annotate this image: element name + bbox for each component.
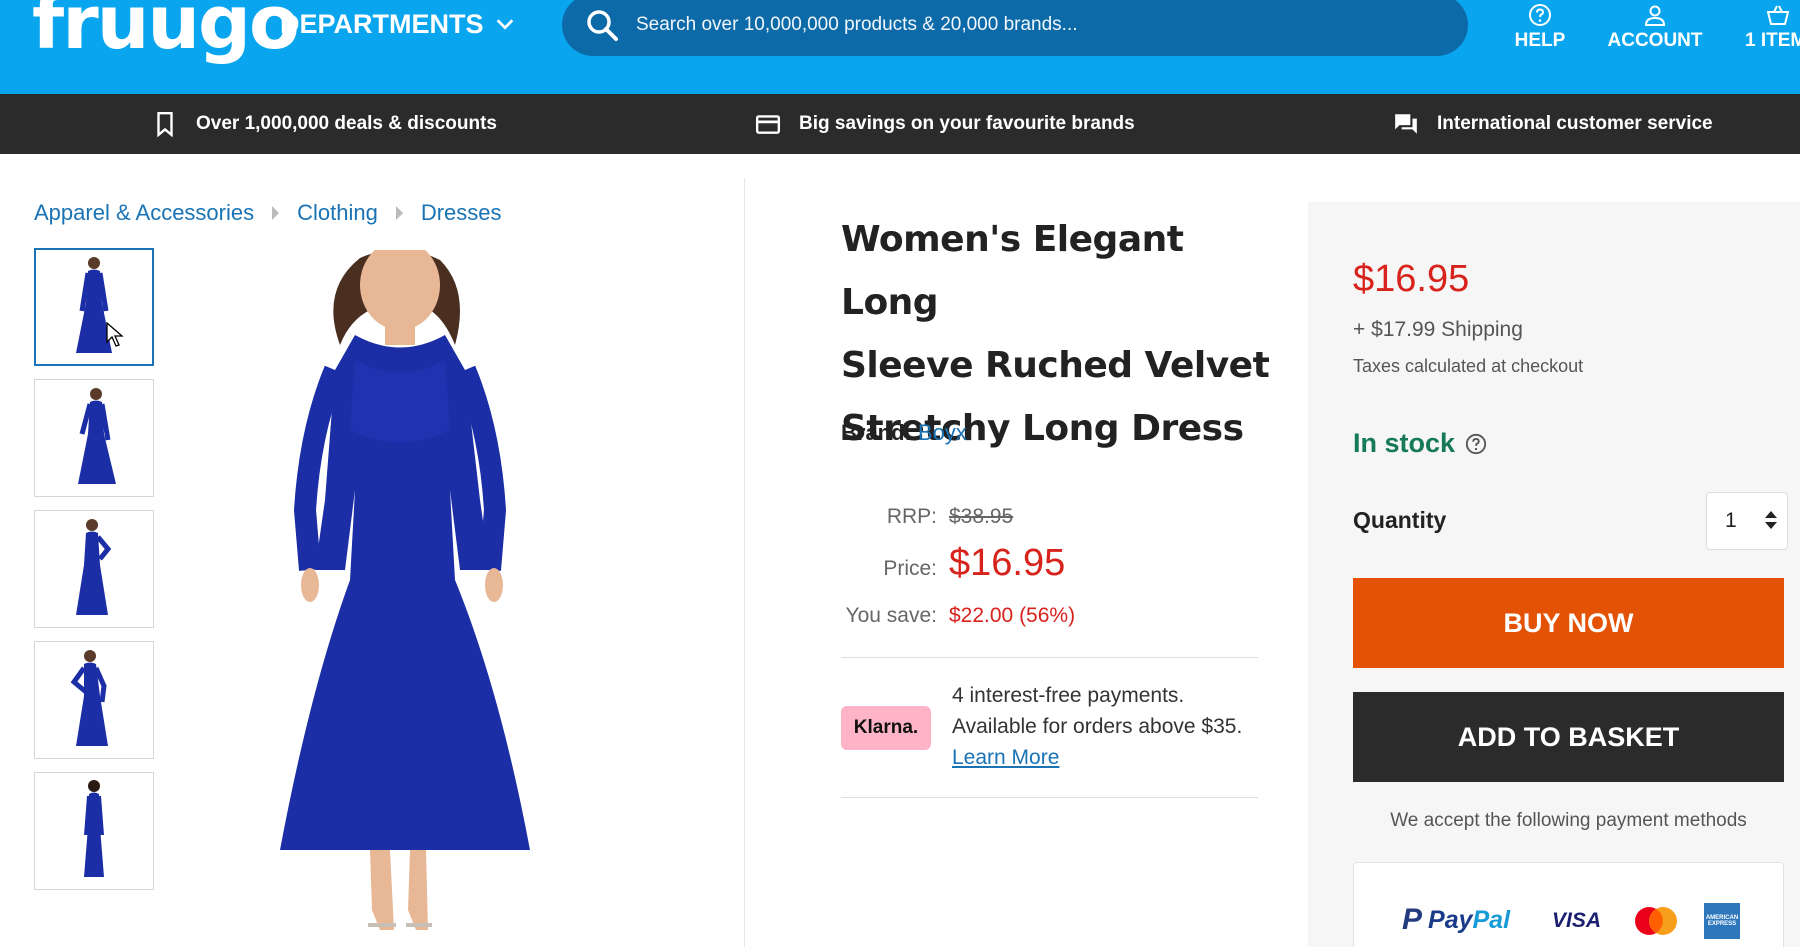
help-link[interactable]: HELP xyxy=(1510,0,1570,52)
price-row: Price: $16.95 xyxy=(841,542,1065,585)
departments-label: DEPARTMENTS xyxy=(280,8,484,39)
product-title-line-2: Sleeve Ruched Velvet xyxy=(841,345,1270,386)
visa-logo: VISA xyxy=(1552,909,1602,932)
basket-icon xyxy=(1766,5,1790,25)
brand-label: Brand: xyxy=(841,420,912,445)
chevron-down-icon xyxy=(496,19,513,30)
quantity-stepper[interactable]: 1 xyxy=(1706,492,1788,550)
breadcrumb-separator-icon xyxy=(395,206,403,220)
stock-status: In stock xyxy=(1353,428,1487,459)
search-bar[interactable] xyxy=(562,0,1468,56)
save-value: $22.00 (56%) xyxy=(949,604,1076,627)
search-input[interactable] xyxy=(636,14,1396,36)
search-icon[interactable] xyxy=(584,7,620,43)
basket-link[interactable]: 1 ITEM xyxy=(1745,0,1800,52)
paypal-mark-icon: P xyxy=(1402,903,1423,936)
breadcrumb-apparel[interactable]: Apparel & Accessories xyxy=(34,200,254,226)
rrp-value: $38.95 xyxy=(949,505,1014,528)
user-icon xyxy=(1644,5,1666,26)
price-label: Price: xyxy=(883,557,937,580)
klarna-line-2: Available for orders above $35. xyxy=(952,715,1243,738)
divider-line xyxy=(841,657,1258,658)
dress-thumbnail-image xyxy=(84,780,104,877)
promo-service: International customer service xyxy=(1393,94,1713,154)
save-label: You save: xyxy=(845,604,937,627)
product-title-line-1: Women's Elegant Long xyxy=(841,219,1184,323)
help-icon xyxy=(1529,4,1551,26)
buy-now-button[interactable]: BUY NOW xyxy=(1353,578,1784,668)
breadcrumb-dresses[interactable]: Dresses xyxy=(421,200,502,226)
promo-savings: Big savings on your favourite brands xyxy=(755,94,1135,154)
save-row: You save: $22.00 (56%) xyxy=(841,604,1076,628)
column-divider xyxy=(744,178,745,947)
promo-savings-label: Big savings on your favourite brands xyxy=(799,113,1135,134)
thumbnail-4[interactable] xyxy=(34,641,154,759)
help-icon[interactable] xyxy=(1465,433,1487,455)
klarna-line-1: 4 interest-free payments. xyxy=(952,684,1185,707)
breadcrumb: Apparel & Accessories Clothing Dresses xyxy=(34,200,502,226)
brand-link[interactable]: Boyx xyxy=(918,420,967,445)
thumbnail-3[interactable] xyxy=(34,510,154,628)
quantity-label: Quantity xyxy=(1353,507,1447,533)
paypal-logo: P PayPal xyxy=(1402,903,1510,937)
payment-methods-note: We accept the following payment methods xyxy=(1390,810,1747,831)
klarna-info: 4 interest-free payments. Available for … xyxy=(952,680,1272,773)
amex-logo: AMERICAN EXPRESS xyxy=(1704,903,1740,939)
main-product-image[interactable] xyxy=(250,250,650,947)
thumbnail-5[interactable] xyxy=(34,772,154,890)
basket-label: 1 ITEM xyxy=(1745,30,1800,51)
klarna-badge: Klarna. xyxy=(841,706,931,750)
promo-service-label: International customer service xyxy=(1437,113,1713,134)
departments-menu-button[interactable]: DEPARTMENTS xyxy=(280,6,516,42)
card-icon xyxy=(755,115,781,134)
paypal-wordmark-pal: Pal xyxy=(1472,905,1511,934)
mastercard-logo-icon xyxy=(1635,907,1677,935)
panel-price: $16.95 xyxy=(1353,258,1470,300)
dress-thumbnail-image xyxy=(70,650,108,746)
tax-note: Taxes calculated at checkout xyxy=(1353,356,1584,376)
price-value: $16.95 xyxy=(949,542,1066,584)
divider-line xyxy=(841,797,1258,798)
bookmark-icon xyxy=(157,111,173,137)
fruugo-logo[interactable]: fruugo xyxy=(32,0,300,60)
add-to-basket-button[interactable]: ADD TO BASKET xyxy=(1353,692,1784,782)
thumbnail-2[interactable] xyxy=(34,379,154,497)
breadcrumb-clothing[interactable]: Clothing xyxy=(297,200,378,226)
buy-panel: $16.95 + $17.99 Shipping Taxes calculate… xyxy=(1308,202,1800,947)
mouse-cursor-icon xyxy=(106,322,124,347)
account-label: ACCOUNT xyxy=(1607,30,1703,51)
stock-label: In stock xyxy=(1353,428,1456,458)
account-link[interactable]: ACCOUNT xyxy=(1600,0,1710,52)
payment-methods-card: P PayPal VISA AMERICAN EXPRESS xyxy=(1353,862,1784,947)
brand-row: Brand: Boyx xyxy=(841,420,967,446)
promo-bar: Over 1,000,000 deals & discounts Big sav… xyxy=(0,94,1800,154)
paypal-wordmark: PayPal xyxy=(1428,906,1510,935)
klarna-learn-more-link[interactable]: Learn More xyxy=(952,746,1059,769)
rrp-label: RRP: xyxy=(886,505,937,528)
dress-thumbnail-image xyxy=(78,388,116,484)
shipping-cost: + $17.99 Shipping xyxy=(1353,318,1523,341)
paypal-wordmark-pay: Pay xyxy=(1428,905,1473,934)
help-label: HELP xyxy=(1514,30,1566,51)
rrp-row: RRP: $38.95 xyxy=(841,505,1013,529)
thumbnail-1[interactable] xyxy=(34,248,154,366)
stepper-arrows-icon[interactable] xyxy=(1765,511,1777,529)
quantity-value: 1 xyxy=(1725,509,1737,532)
chat-icon xyxy=(1395,114,1417,134)
dress-thumbnail-image xyxy=(76,519,112,615)
site-header: fruugo DEPARTMENTS HELP ACCOUNT 1 ITEM xyxy=(0,0,1800,94)
breadcrumb-separator-icon xyxy=(272,206,280,220)
promo-deals: Over 1,000,000 deals & discounts xyxy=(152,94,497,154)
promo-deals-label: Over 1,000,000 deals & discounts xyxy=(196,113,497,134)
